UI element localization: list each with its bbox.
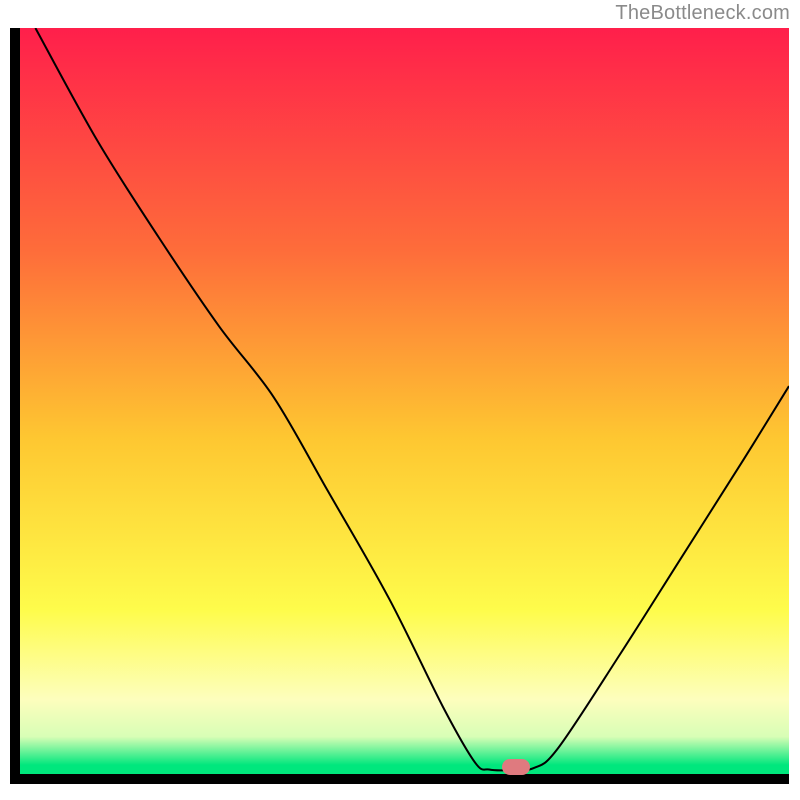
- chart-area: [10, 28, 789, 784]
- optimum-marker: [502, 759, 530, 775]
- chart-svg: [10, 28, 789, 784]
- watermark-text: TheBottleneck.com: [615, 2, 790, 25]
- chart-background-gradient: [20, 28, 789, 774]
